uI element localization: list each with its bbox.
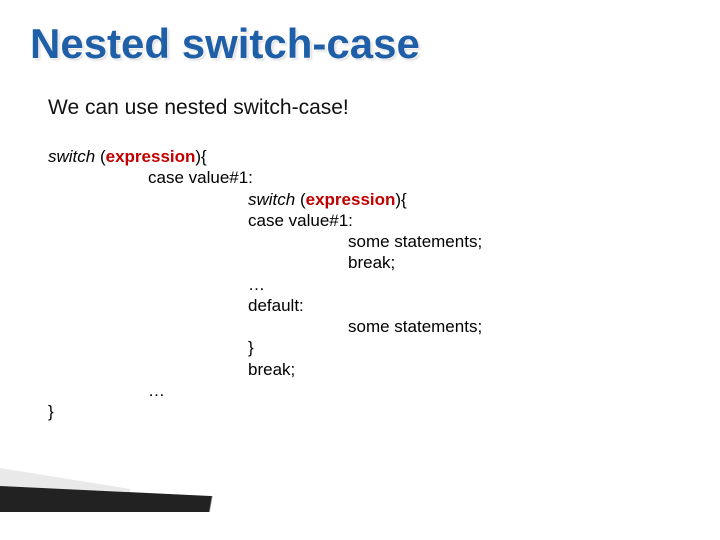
paren-open: ( bbox=[295, 190, 305, 209]
code-line: … bbox=[48, 380, 690, 401]
code-line: break; bbox=[48, 252, 690, 273]
paren-close: ){ bbox=[195, 147, 206, 166]
expression-token: expression bbox=[306, 190, 396, 209]
code-line: some statements; bbox=[48, 231, 690, 252]
code-line: } bbox=[48, 337, 690, 358]
code-line: case value#1: bbox=[48, 167, 690, 188]
intro-text: We can use nested switch-case! bbox=[48, 96, 690, 120]
code-line: switch (expression){ bbox=[48, 189, 690, 210]
keyword-switch: switch bbox=[248, 190, 295, 209]
code-line: default: bbox=[48, 295, 690, 316]
code-line: break; bbox=[48, 359, 690, 380]
expression-token: expression bbox=[106, 147, 196, 166]
code-block: switch (expression){ case value#1: switc… bbox=[48, 146, 690, 422]
code-line: … bbox=[48, 274, 690, 295]
slide: Nested switch-case We can use nested swi… bbox=[0, 0, 720, 540]
slide-title: Nested switch-case bbox=[30, 20, 690, 68]
code-line: } bbox=[48, 401, 690, 422]
keyword-switch: switch bbox=[48, 147, 95, 166]
code-line: case value#1: bbox=[48, 210, 690, 231]
code-line: switch (expression){ bbox=[48, 146, 690, 167]
paren-close: ){ bbox=[395, 190, 406, 209]
decorative-wedge-dark bbox=[0, 486, 300, 512]
paren-open: ( bbox=[95, 147, 105, 166]
code-line: some statements; bbox=[48, 316, 690, 337]
